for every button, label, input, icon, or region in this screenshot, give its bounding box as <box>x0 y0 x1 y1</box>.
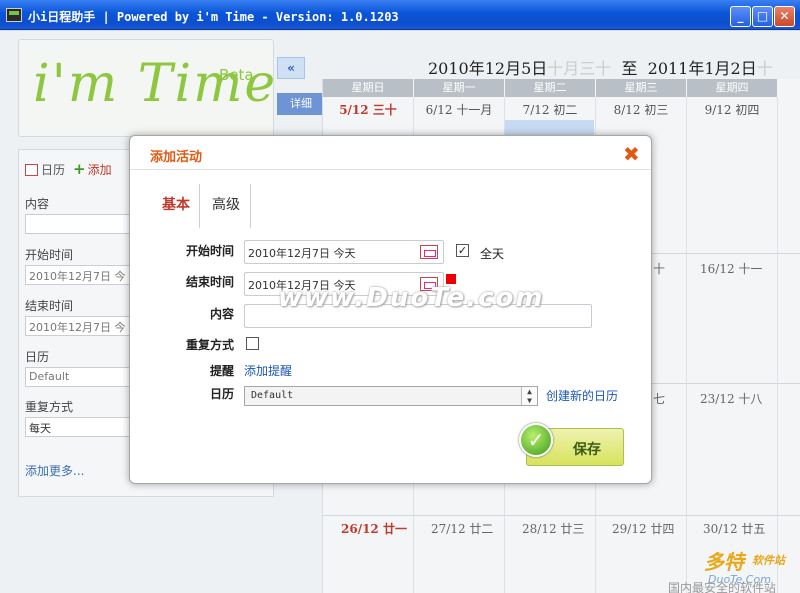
day-header-thu: 星期四 <box>687 79 777 97</box>
site-watermark: www.DuoTe.com <box>278 283 545 313</box>
day-header-tue: 星期二 <box>505 79 595 97</box>
maximize-button[interactable]: □ <box>752 6 773 27</box>
side-content-label: 内容 <box>25 197 50 211</box>
dialog-title: 添加活动 <box>150 150 203 165</box>
allday-checkbox[interactable]: ✓ <box>456 244 469 257</box>
create-calendar-link[interactable]: 创建新的日历 <box>546 387 618 404</box>
start-time-label: 开始时间 <box>185 244 234 258</box>
date-cell[interactable]: 16/12 十一 <box>700 260 762 277</box>
select-arrows-icon: ▲ ▼ <box>521 387 537 405</box>
save-button[interactable]: ✓ 保存 <box>519 423 624 466</box>
tab-basic[interactable]: 基本 <box>150 184 202 228</box>
detail-button[interactable]: 详细 <box>277 93 325 115</box>
calendar-select-value: Default <box>251 390 294 401</box>
date-cell[interactable]: 28/12 廿三 <box>522 520 584 537</box>
date-cell[interactable]: 6/12 十一月 <box>414 101 504 118</box>
day-header-wed: 星期三 <box>596 79 686 97</box>
date-cell[interactable]: 26/12 廿一 <box>341 520 407 537</box>
date-cell[interactable]: 5/12 三十 <box>323 101 413 118</box>
side-tabs: 日历 + 添加 <box>25 160 112 178</box>
checkmark-icon: ✓ <box>519 423 553 457</box>
title-bar: 小i日程助手 | Powered by i'm Time - Version: … <box>0 0 800 30</box>
calendar-select[interactable]: Default ▲ ▼ <box>244 386 538 406</box>
duote-brand: 多特 <box>704 550 744 574</box>
calendar-label: 日历 <box>209 387 234 401</box>
minimize-button[interactable]: _ <box>730 6 751 27</box>
plus-icon: + <box>73 160 86 178</box>
range-start-lunar: 十月三十 <box>547 59 612 78</box>
save-label: 保存 <box>573 442 601 458</box>
add-more-link[interactable]: 添加更多... <box>25 462 84 479</box>
date-cell[interactable]: 十 <box>653 260 665 277</box>
date-cell[interactable]: 23/12 十八 <box>700 390 762 407</box>
allday-label: 全天 <box>480 247 505 261</box>
date-cell[interactable]: 30/12 廿五 <box>703 520 765 537</box>
range-end-lunar: 十 <box>756 59 773 78</box>
repeat-checkbox[interactable] <box>246 337 259 350</box>
add-reminder-link[interactable]: 添加提醒 <box>244 362 292 379</box>
tab-calendar[interactable]: 日历 <box>41 163 65 177</box>
date-cell[interactable]: 8/12 初三 <box>596 101 686 118</box>
date-cell[interactable]: 29/12 廿四 <box>612 520 674 537</box>
logo: i'm Time Beta <box>18 39 278 137</box>
day-header-sun: 星期日 <box>323 79 413 97</box>
day-header-mon: 星期一 <box>414 79 504 97</box>
content-label: 内容 <box>209 307 234 321</box>
tab-advanced[interactable]: 高级 <box>200 184 252 228</box>
app-icon <box>6 8 22 22</box>
date-cell[interactable]: 27/12 廿二 <box>431 520 493 537</box>
range-end: 2011年1月2日 <box>647 59 757 78</box>
tab-add[interactable]: 添加 <box>88 163 112 177</box>
side-end-label: 结束时间 <box>25 299 74 313</box>
range-sep: 至 <box>621 59 638 78</box>
remind-label: 提醒 <box>209 364 234 378</box>
dialog-header: 添加活动 ✖ <box>130 136 651 170</box>
date-cell[interactable]: 七 <box>653 390 665 407</box>
start-calendar-icon[interactable] <box>420 245 438 259</box>
dialog-close-icon[interactable]: ✖ <box>623 142 640 166</box>
collapse-button[interactable]: « <box>277 57 305 79</box>
date-range: 2010年12月5日十月三十 至 2011年1月2日十 <box>428 55 773 79</box>
repeat-label: 重复方式 <box>185 338 234 352</box>
duote-brand-sub: 软件站 <box>752 554 785 567</box>
calendar-icon <box>25 164 38 176</box>
window-title: 小i日程助手 | Powered by i'm Time - Version: … <box>28 10 399 24</box>
date-cell[interactable]: 9/12 初四 <box>687 101 777 118</box>
duote-tagline: 国内最安全的软件站 <box>668 581 777 593</box>
start-time-input[interactable]: 2010年12月7日 今天 <box>244 240 444 264</box>
date-cell[interactable]: 7/12 初二 <box>505 101 595 118</box>
side-start-label: 开始时间 <box>25 248 74 262</box>
end-time-label: 结束时间 <box>185 275 234 289</box>
range-start: 2010年12月5日 <box>428 59 548 78</box>
side-calendar-label: 日历 <box>25 350 50 364</box>
side-repeat-label: 重复方式 <box>25 400 74 414</box>
logo-text: i'm Time <box>33 54 278 114</box>
logo-beta: Beta <box>219 66 254 84</box>
close-window-button[interactable]: ✕ <box>774 6 795 27</box>
